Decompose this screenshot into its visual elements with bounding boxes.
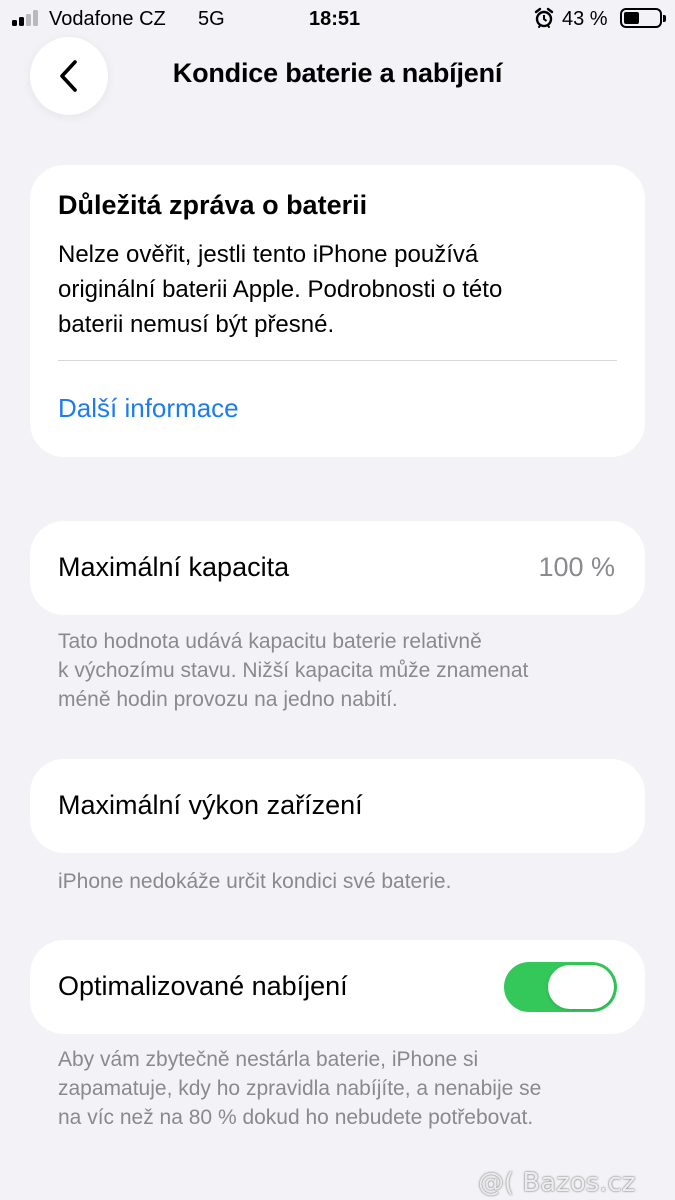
- battery-icon: [620, 8, 666, 28]
- optimized-charging-label: Optimalizované nabíjení: [58, 971, 348, 1001]
- optimized-charging-toggle[interactable]: [504, 962, 617, 1012]
- message-body-line: Nelze ověřit, jestli tento iPhone použív…: [58, 241, 479, 268]
- divider: [58, 360, 617, 361]
- watermark: @( Bazos.cz: [478, 1168, 636, 1198]
- status-time: 18:51: [309, 8, 361, 30]
- max-capacity-value: 100 %: [538, 552, 615, 582]
- footer-line: Aby vám zbytečně nestárla baterie, iPhon…: [58, 1048, 479, 1071]
- status-bar: Vodafone CZ 5G 18:51 43 %: [0, 0, 675, 38]
- footer-line: k výchozímu stavu. Nižší kapacita může z…: [58, 659, 529, 682]
- peak-performance-label: Maximální výkon zařízení: [58, 790, 363, 820]
- max-capacity-label: Maximální kapacita: [58, 552, 290, 582]
- footer-line: na víc než na 80 % dokud ho nebudete pot…: [58, 1106, 534, 1129]
- battery-message-card: Důležitá zpráva o baterii Nelze ověřit, …: [30, 165, 645, 457]
- peak-performance-footer: iPhone nedokáže určit kondici své bateri…: [58, 870, 452, 893]
- message-title: Důležitá zpráva o baterii: [58, 190, 368, 220]
- carrier-name: Vodafone CZ: [49, 8, 166, 30]
- max-capacity-footer: Tato hodnota udává kapacitu baterie rela…: [58, 627, 628, 714]
- footer-line: zapamatuje, kdy ho zpravidla nabíjíte, a…: [58, 1077, 542, 1100]
- footer-line: Tato hodnota udává kapacitu baterie rela…: [58, 630, 482, 653]
- signal-icon: [12, 10, 42, 26]
- battery-percent: 43 %: [562, 8, 608, 30]
- message-body-line: originální baterii Apple. Podrobnosti o …: [58, 276, 503, 303]
- more-info-link[interactable]: Další informace: [58, 393, 239, 424]
- optimized-charging-footer: Aby vám zbytečně nestárla baterie, iPhon…: [58, 1045, 628, 1132]
- page-title: Kondice baterie a nabíjení: [172, 58, 503, 88]
- optimized-charging-row: Optimalizované nabíjení: [30, 940, 645, 1034]
- toggle-knob: [548, 965, 614, 1009]
- peak-performance-row: Maximální výkon zařízení: [30, 759, 645, 853]
- alarm-icon: [534, 7, 554, 28]
- network-type: 5G: [198, 8, 225, 30]
- max-capacity-row: Maximální kapacita 100 %: [30, 521, 645, 615]
- footer-line: méně hodin provozu na jedno nabití.: [58, 688, 398, 711]
- message-body-line: baterii nemusí být přesné.: [58, 311, 335, 338]
- message-body: Nelze ověřit, jestli tento iPhone použív…: [58, 237, 618, 342]
